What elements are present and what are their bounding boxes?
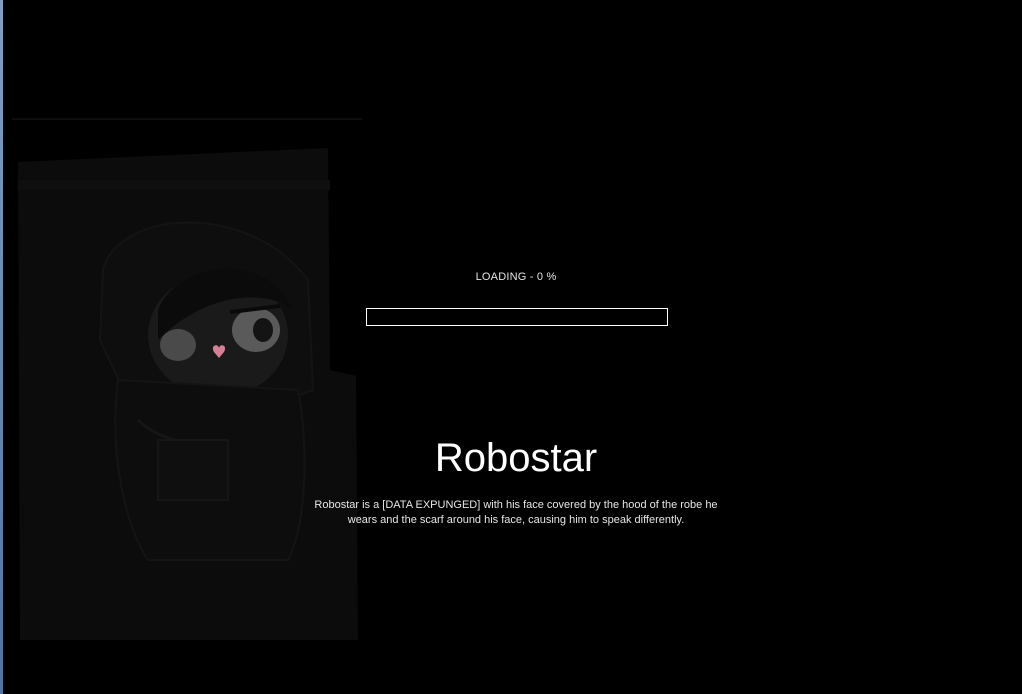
- character-name: Robostar: [434, 436, 598, 480]
- decorative-line: [12, 118, 362, 120]
- loading-label: LOADING - 0 %: [475, 271, 557, 283]
- loading-progress-bar: [366, 308, 668, 326]
- hooded-character-icon: [18, 148, 358, 640]
- window-edge: [0, 0, 3, 694]
- character-description: Robostar is a [DATA EXPUNGED] with his f…: [314, 499, 718, 526]
- loading-screen: LOADING - 0 % Robostar Robostar is a [DA…: [0, 0, 1022, 694]
